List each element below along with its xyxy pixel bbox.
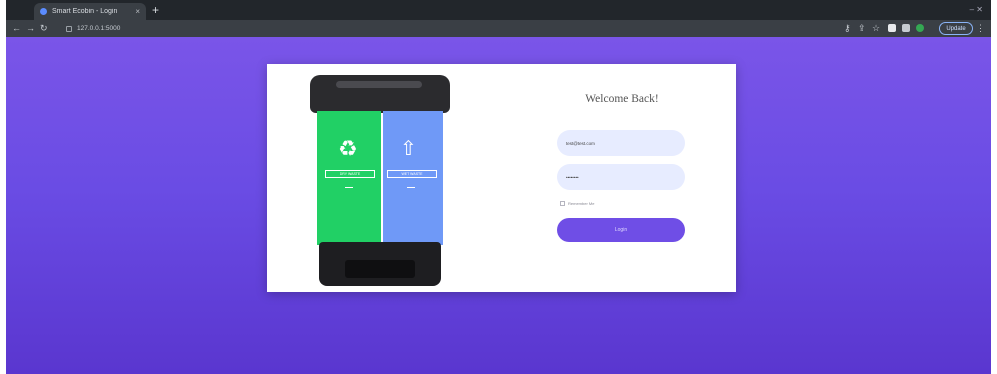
extension-icon[interactable] [888,24,896,32]
new-tab-button[interactable]: + [152,4,159,16]
bin-blue-compartment [383,111,443,245]
browser-tab[interactable]: Smart Ecobin - Login × [34,3,146,20]
menu-icon[interactable]: ⋮ [976,23,985,34]
login-button[interactable]: Login [557,218,685,242]
update-button[interactable]: Update [939,22,973,35]
login-form: Welcome Back! test@test.com •••••••• Rem… [552,64,692,292]
key-icon[interactable]: ⚷ [844,23,851,33]
bin-lid-grip [336,81,422,88]
share-icon[interactable]: ⇪ [858,23,866,33]
tab-bar: Smart Ecobin - Login × + – ✕ [6,0,991,20]
star-icon[interactable]: ☆ [872,23,880,33]
login-card: ♻ ⇧ DRY WASTE WET WASTE Welcome Back! te… [267,64,736,292]
reload-icon[interactable]: ↻ [40,23,48,33]
forward-icon[interactable]: → [26,23,35,33]
email-input[interactable]: test@test.com [557,130,685,156]
site-info-icon[interactable] [66,25,72,32]
browser-window: Smart Ecobin - Login × + – ✕ ← → ↻ 127.0… [6,0,991,374]
remember-me[interactable]: Remember Me [560,201,594,206]
window-controls[interactable]: – ✕ [970,5,983,14]
close-tab-icon[interactable]: × [135,7,140,16]
password-input[interactable]: •••••••• [557,164,685,190]
remember-checkbox[interactable] [560,201,565,206]
bin-lid [310,75,450,113]
remember-label: Remember Me [568,201,595,206]
favicon-icon [40,8,47,15]
page-title: Welcome Back! [585,93,659,105]
bin-pedal [345,260,415,278]
url-text: 127.0.0.1:5000 [77,25,121,32]
disposal-icon [345,182,353,188]
recycle-icon: ♻ [338,136,358,161]
profile-icon[interactable] [916,24,924,32]
back-icon[interactable]: ← [12,23,21,33]
page-viewport: ♻ ⇧ DRY WASTE WET WASTE Welcome Back! te… [6,37,991,374]
bin-label-wet: WET WASTE [387,170,437,178]
disposal-icon [407,182,415,188]
tab-title: Smart Ecobin - Login [52,8,118,15]
sidepanel-icon[interactable] [902,24,910,32]
compost-icon: ⇧ [400,138,417,160]
bin-label-dry: DRY WASTE [325,170,375,178]
bin-green-compartment [317,111,381,245]
recycle-bin-illustration: ♻ ⇧ DRY WASTE WET WASTE [307,72,453,286]
browser-toolbar: ← → ↻ 127.0.0.1:5000 ⚷ ⇪ ☆ Update ⋮ [6,20,991,37]
address-bar[interactable]: 127.0.0.1:5000 [66,23,806,34]
